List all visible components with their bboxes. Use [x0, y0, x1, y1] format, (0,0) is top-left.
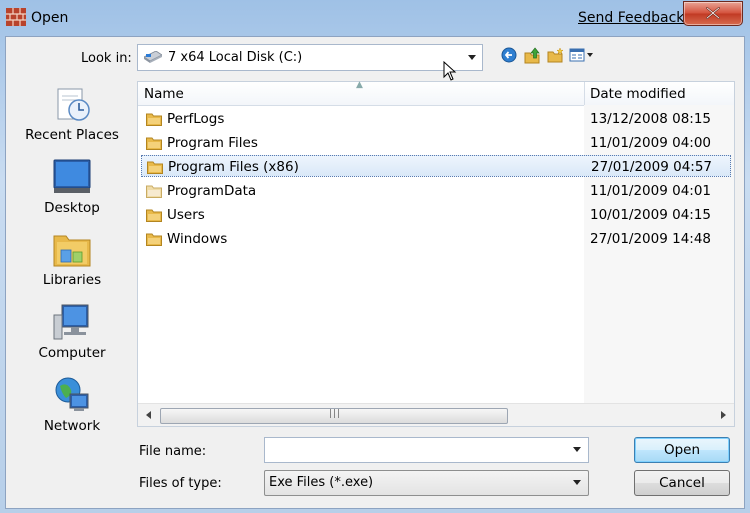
computer-icon — [52, 303, 92, 341]
dialog-body: Look in: 7 x64 Local Disk (C:) Recent Pl… — [5, 36, 745, 509]
new-folder-icon[interactable] — [547, 47, 565, 65]
list-item[interactable]: Users 10/01/2009 04:15 — [141, 204, 731, 226]
look-in-dropdown[interactable]: 7 x64 Local Disk (C:) — [137, 44, 483, 71]
list-item[interactable]: Windows 27/01/2009 14:48 — [141, 228, 731, 250]
local-disk-icon — [143, 50, 163, 67]
up-one-level-icon[interactable] — [524, 47, 542, 65]
file-type-label: Files of type: — [139, 476, 222, 491]
title-bar: Open Send Feedback — [0, 0, 750, 36]
file-date: 10/01/2009 04:15 — [590, 207, 712, 223]
window-title: Open — [31, 10, 69, 26]
file-name-combo[interactable] — [264, 437, 589, 463]
folder-icon — [146, 208, 162, 226]
folder-icon — [146, 136, 162, 154]
file-date: 11/01/2009 04:00 — [590, 135, 712, 151]
chevron-down-icon[interactable] — [468, 55, 476, 60]
look-in-value: 7 x64 Local Disk (C:) — [168, 50, 303, 65]
horizontal-scrollbar[interactable]: ||| — [138, 403, 734, 426]
list-item-selected[interactable]: Program Files (x86) 27/01/2009 04:57 — [141, 155, 731, 177]
places-bar: Recent Places Desktop Libraries Computer… — [6, 81, 136, 461]
recent-places-icon — [52, 85, 92, 123]
send-feedback-link[interactable]: Send Feedback — [578, 10, 684, 26]
network-icon — [52, 376, 92, 414]
file-type-dropdown[interactable]: Exe Files (*.exe) — [264, 470, 589, 496]
folder-icon — [146, 112, 162, 130]
place-computer[interactable]: Computer — [6, 303, 138, 361]
list-header: Name ▲ Date modified — [138, 80, 734, 106]
file-name-input[interactable] — [265, 438, 573, 460]
place-label: Desktop — [44, 200, 100, 216]
file-date: 11/01/2009 04:01 — [590, 183, 712, 199]
back-icon[interactable] — [501, 47, 519, 65]
column-header-name[interactable]: Name — [144, 86, 184, 102]
list-item[interactable]: Program Files 11/01/2009 04:00 — [141, 132, 731, 154]
folder-icon — [146, 184, 162, 202]
file-name: PerfLogs — [167, 111, 225, 127]
folder-icon — [146, 232, 162, 250]
desktop-icon — [52, 158, 92, 196]
file-type-value: Exe Files (*.exe) — [269, 475, 374, 490]
file-date: 27/01/2009 14:48 — [590, 231, 712, 247]
scrollbar-thumb[interactable]: ||| — [160, 408, 508, 424]
chevron-down-icon[interactable] — [573, 480, 581, 485]
close-button[interactable] — [683, 1, 743, 26]
file-name: ProgramData — [167, 183, 257, 199]
file-name: Program Files — [167, 135, 258, 151]
file-name-label: File name: — [139, 444, 207, 459]
file-name: Users — [167, 207, 205, 223]
scroll-left-arrow-icon[interactable] — [146, 411, 151, 419]
place-desktop[interactable]: Desktop — [6, 158, 138, 216]
file-list[interactable]: Name ▲ Date modified PerfLogs 13/12/2008… — [137, 80, 735, 427]
column-header-date-modified[interactable]: Date modified — [590, 86, 686, 102]
file-name: Program Files (x86) — [168, 159, 299, 175]
list-item[interactable]: PerfLogs 13/12/2008 08:15 — [141, 108, 731, 130]
close-icon — [706, 7, 720, 19]
chevron-down-icon[interactable] — [573, 447, 581, 452]
place-recent-places[interactable]: Recent Places — [6, 85, 138, 143]
place-libraries[interactable]: Libraries — [6, 230, 138, 288]
file-date: 13/12/2008 08:15 — [590, 111, 712, 127]
scroll-right-arrow-icon[interactable] — [721, 411, 726, 419]
libraries-icon — [52, 230, 92, 268]
place-network[interactable]: Network — [6, 376, 138, 434]
file-name: Windows — [167, 231, 228, 247]
cancel-button[interactable]: Cancel — [634, 470, 730, 496]
grip-icon: ||| — [329, 409, 342, 419]
column-divider[interactable] — [584, 82, 585, 105]
open-button[interactable]: Open — [634, 437, 730, 463]
firewall-app-icon — [6, 8, 26, 26]
folder-icon — [147, 160, 163, 178]
place-label: Computer — [38, 345, 106, 361]
file-date: 27/01/2009 04:57 — [591, 159, 713, 175]
place-label: Libraries — [42, 272, 102, 288]
place-label: Recent Places — [25, 127, 119, 143]
sort-ascending-icon: ▲ — [356, 80, 363, 90]
place-label: Network — [43, 418, 101, 434]
list-item[interactable]: ProgramData 11/01/2009 04:01 — [141, 180, 731, 202]
view-menu-icon[interactable] — [569, 47, 597, 65]
look-in-label: Look in: — [81, 51, 132, 66]
